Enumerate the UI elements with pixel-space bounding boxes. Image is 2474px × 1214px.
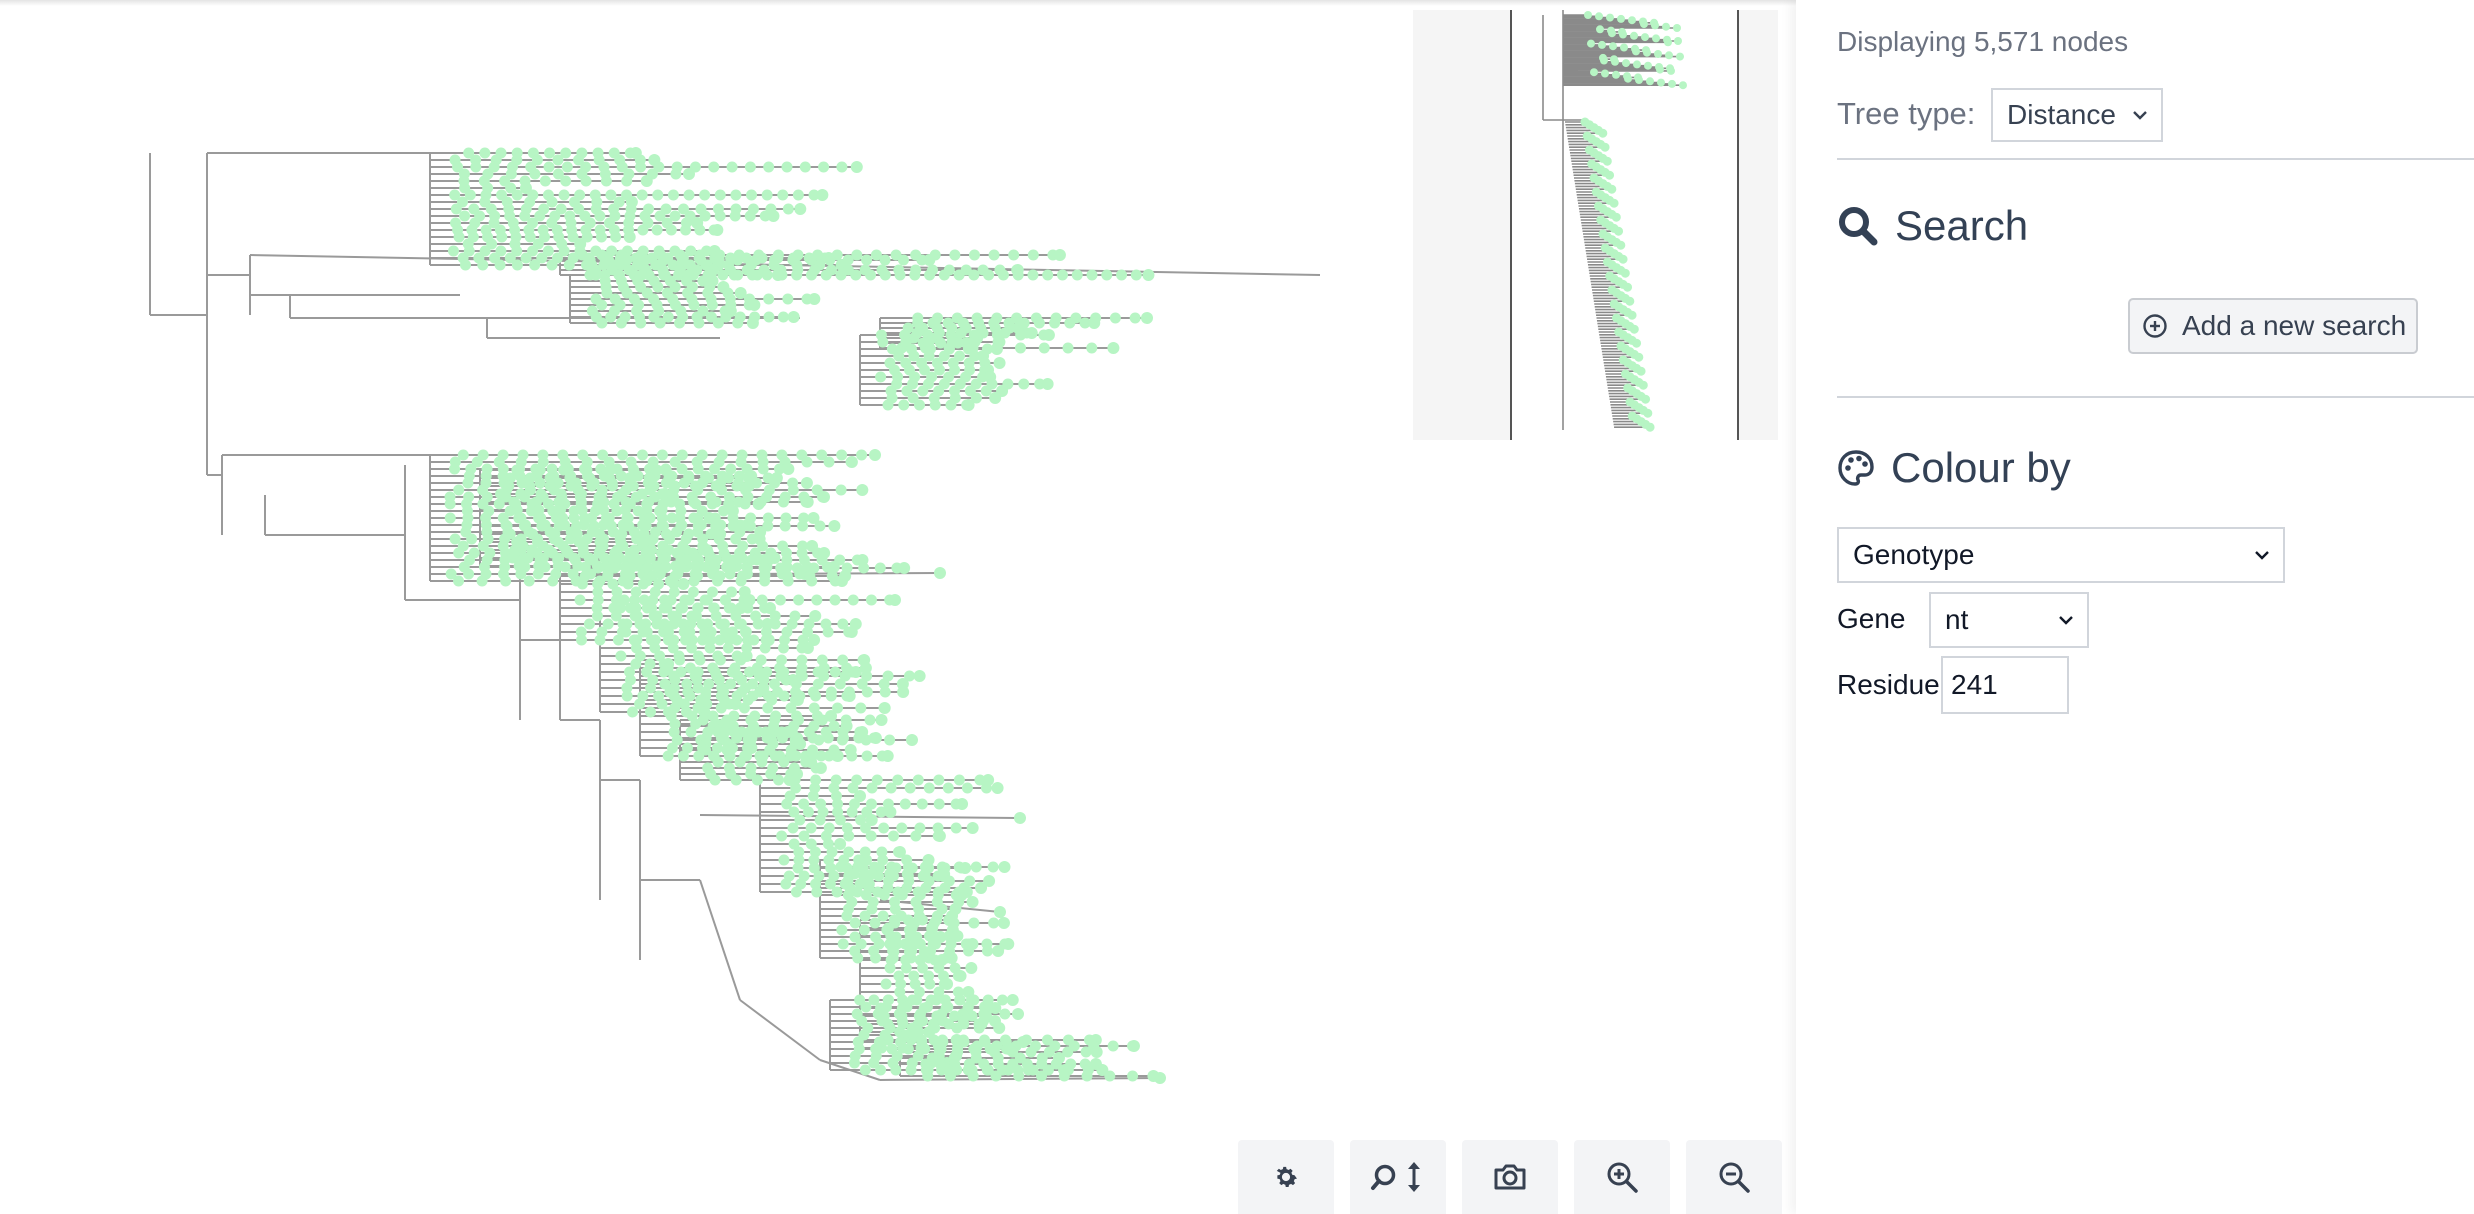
gene-select[interactable]: nt: [1929, 592, 2089, 648]
minimap-tree: [1542, 10, 1687, 432]
screenshot-button[interactable]: [1462, 1140, 1558, 1214]
residue-label: Residue: [1837, 669, 1940, 700]
gear-icon: [1276, 1166, 1297, 1188]
settings-button[interactable]: [1238, 1140, 1334, 1214]
residue-input[interactable]: [1941, 656, 2069, 714]
zoom-in-icon: [1607, 1162, 1638, 1193]
app-root: Displaying 5,571 nodes Tree type: Distan…: [0, 0, 2474, 1214]
zoom-in-button[interactable]: [1574, 1140, 1670, 1214]
zoom-out-icon: [1719, 1162, 1750, 1193]
sidebar: Displaying 5,571 nodes Tree type: Distan…: [1796, 0, 2474, 1214]
minimap-tips: [1580, 11, 1687, 432]
search-icon: [1839, 207, 1878, 246]
tree-type-label: Tree type:: [1837, 96, 1976, 131]
add-search-label: Add a new search: [2182, 310, 2407, 341]
tree-type-value: Distance: [2007, 99, 2116, 130]
zoom-out-button[interactable]: [1686, 1140, 1782, 1214]
chevron-down-icon: [2255, 551, 2269, 560]
chevron-down-icon: [2059, 616, 2073, 625]
tree-canvas[interactable]: [0, 0, 1796, 1214]
divider: [1837, 396, 2474, 398]
plus-circle-icon: [2143, 314, 2167, 338]
search-title: Search: [1895, 202, 2029, 249]
tree-minimap[interactable]: [1413, 10, 1778, 440]
scroll-zoom-toggle-button[interactable]: [1350, 1140, 1446, 1214]
camera-icon: [1494, 1164, 1526, 1190]
colour-by-value: Genotype: [1853, 539, 1975, 570]
zoom-vertical-icon: [1371, 1162, 1420, 1192]
palette-icon: [1838, 450, 1874, 486]
search-section-heading: Search: [1837, 202, 2028, 250]
chevron-down-icon: [2133, 111, 2147, 120]
tree-type-select[interactable]: Distance: [1991, 88, 2163, 142]
colour-by-title: Colour by: [1891, 444, 2071, 491]
node-count-status: Displaying 5,571 nodes: [1837, 26, 2129, 57]
colour-by-select[interactable]: Genotype: [1837, 527, 2285, 583]
divider: [1837, 158, 2474, 160]
add-search-button[interactable]: Add a new search: [2128, 298, 2418, 354]
gene-label: Gene: [1837, 603, 1906, 634]
colour-by-section-heading: Colour by: [1837, 444, 2071, 492]
gene-value: nt: [1945, 604, 1969, 635]
